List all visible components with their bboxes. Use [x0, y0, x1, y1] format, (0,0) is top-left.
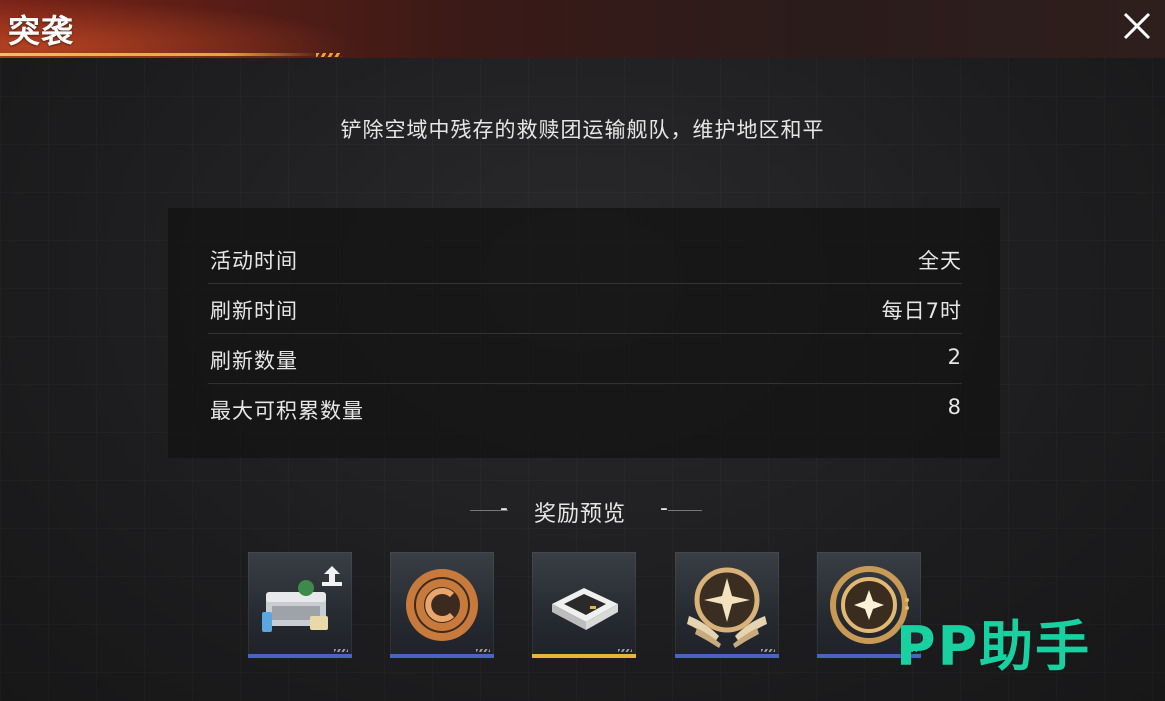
winged-star-badge-icon: [687, 567, 767, 648]
reward-item-supply-crate[interactable]: [248, 552, 352, 658]
reward-item-copper-coin[interactable]: [390, 552, 494, 658]
chip-module-icon: [552, 588, 618, 630]
info-value: 每日7时: [881, 299, 962, 323]
mission-description: 铲除空域中残存的救赎团运输舰队，维护地区和平: [340, 118, 825, 142]
info-value: 8: [947, 395, 962, 419]
info-label: 刷新时间: [210, 299, 298, 323]
reward-preview-title: 奖励预览: [534, 502, 627, 527]
header-bar: 突袭: [0, 0, 1165, 58]
page-title: 突袭: [8, 12, 75, 50]
info-row-refresh-time: 刷新时间 每日7时: [208, 283, 962, 334]
copper-coin-icon: [406, 569, 478, 641]
divider: [668, 510, 702, 511]
reward-item-chip-module[interactable]: [532, 552, 636, 658]
close-button[interactable]: [1115, 4, 1159, 48]
close-icon: [1123, 12, 1151, 40]
raid-info-screen: 突袭 铲除空域中残存的救赎团运输舰队，维护地区和平 活动时间 全天 刷新时间 每…: [0, 0, 1165, 701]
rarity-bar: [532, 654, 636, 658]
supply-crate-icon: [262, 566, 342, 632]
info-label: 活动时间: [210, 249, 298, 273]
info-label: 刷新数量: [210, 349, 298, 373]
header-accent-line: [0, 53, 320, 56]
reward-preview-heading: - 奖励预览 -: [0, 496, 1165, 527]
reward-item-winged-star-badge[interactable]: [675, 552, 779, 658]
info-label: 最大可积累数量: [210, 399, 364, 423]
rarity-bar: [675, 654, 779, 658]
info-row-refresh-count: 刷新数量 2: [208, 333, 962, 384]
info-row-activity-time: 活动时间 全天: [208, 233, 962, 284]
watermark-logo: PP助手: [896, 615, 1092, 678]
info-row-max-accumulate: 最大可积累数量 8: [208, 383, 962, 433]
rarity-bar: [390, 654, 494, 658]
header-hatch-mark: [316, 53, 342, 57]
rarity-bar: [248, 654, 352, 658]
info-value: 全天: [918, 249, 962, 273]
info-value: 2: [947, 345, 962, 369]
info-panel: 活动时间 全天 刷新时间 每日7时 刷新数量 2 最大可积累数量 8: [168, 208, 1000, 458]
